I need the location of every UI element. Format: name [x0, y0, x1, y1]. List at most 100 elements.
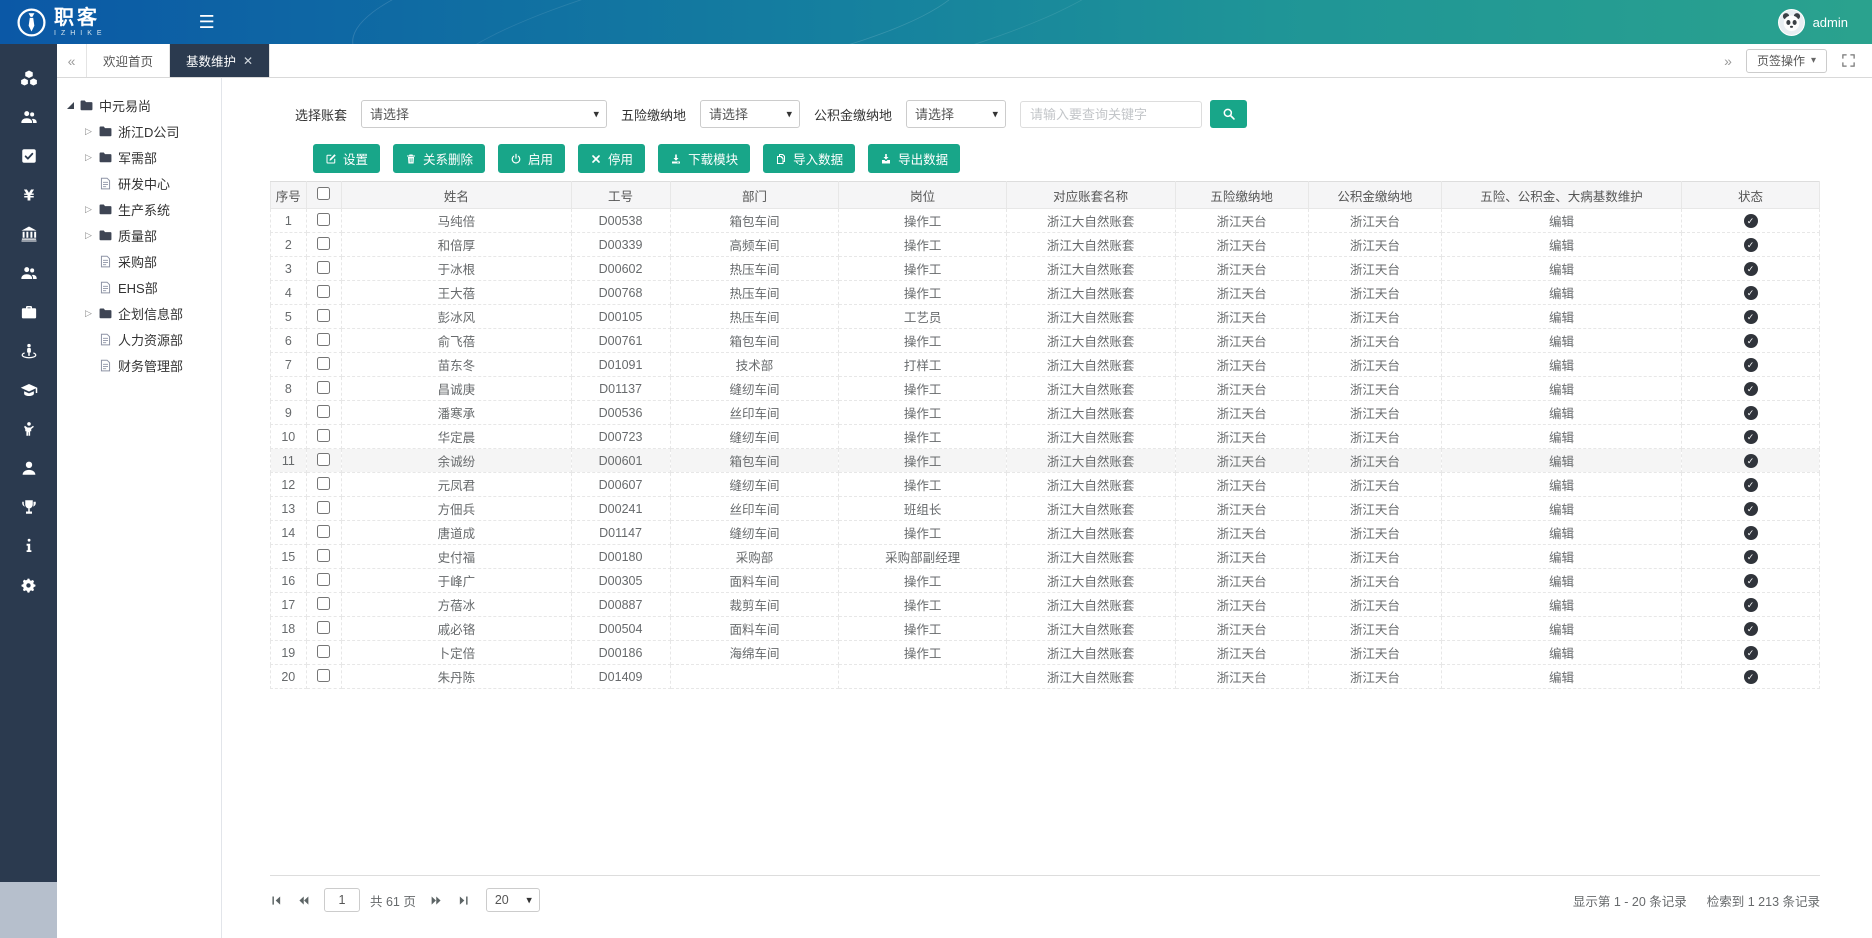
caret-closed-icon[interactable]: ▷: [85, 231, 93, 240]
导出数据-button[interactable]: 导出数据: [868, 144, 960, 173]
row-checkbox[interactable]: [317, 645, 330, 658]
启用-button[interactable]: 启用: [498, 144, 565, 173]
edit-link[interactable]: 编辑: [1549, 335, 1574, 349]
tab-operations-button[interactable]: 页签操作 ▾: [1746, 49, 1827, 73]
row-checkbox[interactable]: [317, 429, 330, 442]
hamburger-icon[interactable]: ☰: [199, 12, 215, 33]
search-input[interactable]: [1020, 101, 1202, 128]
row-checkbox[interactable]: [317, 285, 330, 298]
row-checkbox[interactable]: [317, 549, 330, 562]
edit-link[interactable]: 编辑: [1549, 575, 1574, 589]
设置-button[interactable]: 设置: [313, 144, 380, 173]
fund-place-select[interactable]: 请选择: [906, 100, 1006, 128]
edit-link[interactable]: 编辑: [1549, 503, 1574, 517]
caret-closed-icon[interactable]: ▷: [85, 309, 93, 318]
tab-欢迎首页[interactable]: 欢迎首页: [87, 44, 170, 77]
row-checkbox[interactable]: [317, 597, 330, 610]
tree-item-企划信息部[interactable]: ▷企划信息部: [63, 300, 215, 326]
tree-item-研发中心[interactable]: 研发中心: [63, 170, 215, 196]
user-group-icon[interactable]: [0, 253, 57, 292]
edit-link[interactable]: 编辑: [1549, 551, 1574, 565]
tab-基数维护[interactable]: 基数维护✕: [170, 44, 270, 77]
row-checkbox[interactable]: [317, 525, 330, 538]
edit-link[interactable]: 编辑: [1549, 431, 1574, 445]
edit-link[interactable]: 编辑: [1549, 455, 1574, 469]
tree-item-人力资源部[interactable]: 人力资源部: [63, 326, 215, 352]
关系删除-button[interactable]: 关系删除: [393, 144, 485, 173]
first-page-icon[interactable]: [270, 894, 283, 907]
briefcase-icon[interactable]: [0, 292, 57, 331]
select-all-checkbox[interactable]: [317, 187, 330, 200]
search-button[interactable]: [1210, 100, 1247, 128]
fullscreen-icon[interactable]: [1841, 53, 1856, 68]
下载模块-button[interactable]: 下载模块: [658, 144, 750, 173]
edit-link[interactable]: 编辑: [1549, 647, 1574, 661]
user-icon[interactable]: [0, 448, 57, 487]
row-checkbox[interactable]: [317, 621, 330, 634]
row-checkbox[interactable]: [317, 573, 330, 586]
user-menu[interactable]: admin: [1778, 9, 1848, 36]
cell-base-maintain: 编辑: [1441, 233, 1681, 257]
edit-link[interactable]: 编辑: [1549, 623, 1574, 637]
row-checkbox[interactable]: [317, 333, 330, 346]
edit-link[interactable]: 编辑: [1549, 263, 1574, 277]
close-icon[interactable]: ✕: [243, 54, 253, 68]
check-square-icon[interactable]: [0, 136, 57, 175]
row-checkbox[interactable]: [317, 237, 330, 250]
edit-link[interactable]: 编辑: [1549, 215, 1574, 229]
cubes-icon[interactable]: [0, 58, 57, 97]
edit-link[interactable]: 编辑: [1549, 479, 1574, 493]
edit-link[interactable]: 编辑: [1549, 407, 1574, 421]
child-icon[interactable]: [0, 409, 57, 448]
account-set-select[interactable]: 请选择: [361, 100, 607, 128]
angle-double-left-icon[interactable]: «: [57, 44, 87, 77]
edit-link[interactable]: 编辑: [1549, 599, 1574, 613]
edit-link[interactable]: 编辑: [1549, 359, 1574, 373]
social-place-select[interactable]: 请选择: [700, 100, 800, 128]
info-icon[interactable]: [0, 526, 57, 565]
page-number-box[interactable]: 1: [324, 888, 360, 912]
tree-root[interactable]: 中元易尚: [63, 92, 215, 118]
cell-social-place: 浙江天台: [1175, 425, 1308, 449]
row-checkbox[interactable]: [317, 669, 330, 682]
edit-link[interactable]: 编辑: [1549, 311, 1574, 325]
row-checkbox[interactable]: [317, 405, 330, 418]
edit-link[interactable]: 编辑: [1549, 527, 1574, 541]
停用-button[interactable]: 停用: [578, 144, 645, 173]
row-checkbox[interactable]: [317, 213, 330, 226]
tree-item-生产系统[interactable]: ▷生产系统: [63, 196, 215, 222]
angle-double-right-icon[interactable]: »: [1724, 53, 1732, 69]
row-checkbox[interactable]: [317, 381, 330, 394]
row-checkbox[interactable]: [317, 309, 330, 322]
row-checkbox[interactable]: [317, 453, 330, 466]
graduation-cap-icon[interactable]: [0, 370, 57, 409]
last-page-icon[interactable]: [457, 894, 470, 907]
tree-item-浙江D公司[interactable]: ▷浙江D公司: [63, 118, 215, 144]
prev-page-icon[interactable]: [297, 894, 310, 907]
tree-item-EHS部[interactable]: EHS部: [63, 274, 215, 300]
cogs-icon[interactable]: [0, 565, 57, 604]
next-page-icon[interactable]: [430, 894, 443, 907]
导入数据-button[interactable]: 导入数据: [763, 144, 855, 173]
street-view-icon[interactable]: [0, 331, 57, 370]
edit-link[interactable]: 编辑: [1549, 383, 1574, 397]
row-checkbox[interactable]: [317, 501, 330, 514]
yen-icon[interactable]: ¥: [0, 175, 57, 214]
row-checkbox[interactable]: [317, 357, 330, 370]
row-checkbox[interactable]: [317, 261, 330, 274]
row-checkbox[interactable]: [317, 477, 330, 490]
page-size-select[interactable]: 20: [486, 888, 540, 912]
caret-closed-icon[interactable]: ▷: [85, 205, 93, 214]
tree-item-军需部[interactable]: ▷军需部: [63, 144, 215, 170]
edit-link[interactable]: 编辑: [1549, 671, 1574, 685]
caret-closed-icon[interactable]: ▷: [85, 127, 93, 136]
users-icon[interactable]: [0, 97, 57, 136]
caret-closed-icon[interactable]: ▷: [85, 153, 93, 162]
tree-item-质量部[interactable]: ▷质量部: [63, 222, 215, 248]
tree-item-财务管理部[interactable]: 财务管理部: [63, 352, 215, 378]
edit-link[interactable]: 编辑: [1549, 287, 1574, 301]
bank-icon[interactable]: [0, 214, 57, 253]
trophy-icon[interactable]: [0, 487, 57, 526]
tree-item-采购部[interactable]: 采购部: [63, 248, 215, 274]
edit-link[interactable]: 编辑: [1549, 239, 1574, 253]
